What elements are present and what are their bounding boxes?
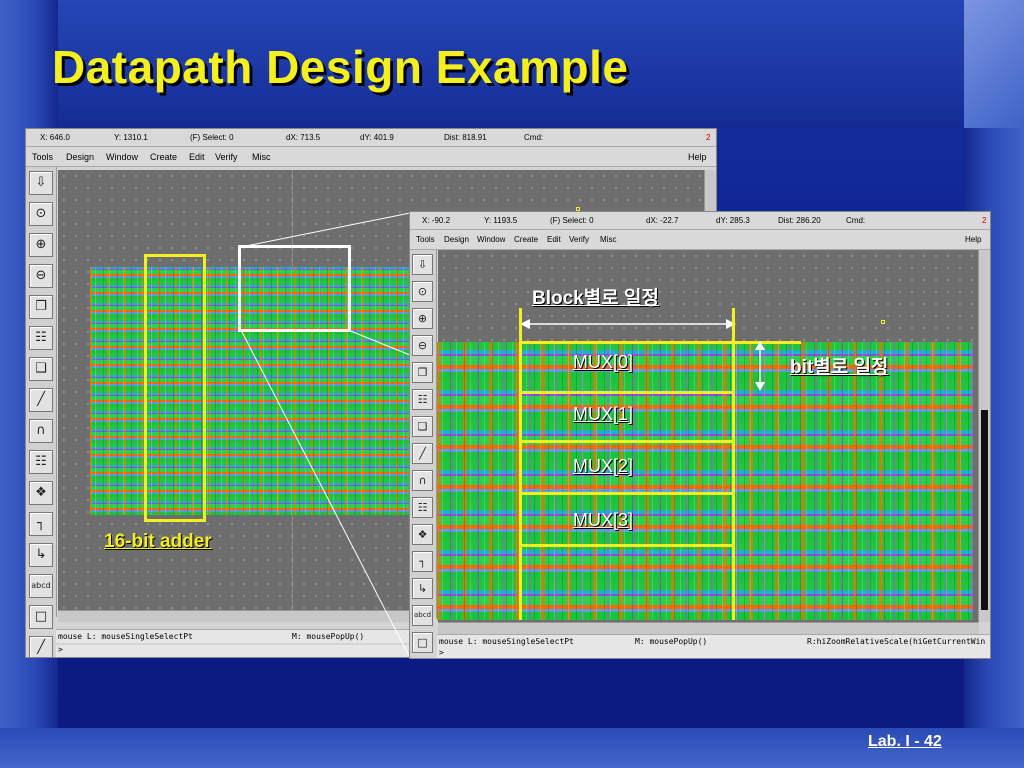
status-left: mouse L: mouseSingleSelectPt bbox=[439, 637, 574, 646]
zoom-out-icon[interactable]: ⊖ bbox=[412, 335, 433, 356]
menu-help[interactable]: Help bbox=[965, 235, 981, 244]
menu-window[interactable]: Window bbox=[477, 235, 505, 244]
scroll-thumb[interactable] bbox=[981, 410, 988, 610]
window-number: 2 bbox=[982, 216, 987, 225]
instance-icon[interactable]: ☷ bbox=[412, 389, 433, 410]
block-label: Block별로 일정 bbox=[532, 288, 659, 309]
horizontal-scrollbar-zoom[interactable] bbox=[438, 622, 979, 634]
mux-3-label: MUX[3] bbox=[573, 510, 634, 530]
bit-height-arrow bbox=[755, 341, 765, 391]
block-right-edge bbox=[732, 308, 735, 620]
menu-edit[interactable]: Edit bbox=[547, 235, 561, 244]
path-icon[interactable]: ┐ bbox=[412, 551, 433, 572]
bit-label: bit별로 일정 bbox=[790, 357, 889, 378]
save-icon[interactable]: ⇩ bbox=[412, 254, 433, 275]
zoom-fit-icon[interactable]: ⊙ bbox=[412, 281, 433, 302]
array-icon[interactable]: ❖ bbox=[412, 524, 433, 545]
stretch-icon[interactable]: ❑ bbox=[412, 416, 433, 437]
block-left-edge bbox=[519, 308, 522, 620]
label-icon[interactable]: abcd bbox=[412, 605, 433, 626]
menu-create[interactable]: Create bbox=[514, 235, 538, 244]
bit-row-line-3 bbox=[519, 492, 735, 495]
menu-misc[interactable]: Misc bbox=[600, 235, 616, 244]
menu-verify[interactable]: Verify bbox=[569, 235, 589, 244]
vertical-scrollbar-zoom[interactable] bbox=[978, 250, 990, 622]
mux-0-label: MUX[0] bbox=[573, 352, 634, 372]
pins-icon[interactable]: ☷ bbox=[412, 497, 433, 518]
distance: Dist: 286.20 bbox=[778, 216, 821, 225]
coord-dx: dX: -22.7 bbox=[646, 216, 679, 225]
block-width-arrow bbox=[520, 319, 736, 329]
bit-row-line-1 bbox=[519, 391, 735, 394]
move-icon[interactable]: ↳ bbox=[412, 578, 433, 599]
mux-1-label: MUX[1] bbox=[573, 404, 634, 424]
bit-row-line-4 bbox=[519, 544, 735, 547]
menu-design[interactable]: Design bbox=[444, 235, 469, 244]
coord-y: Y: 1193.5 bbox=[484, 216, 518, 225]
page-number: Lab. I - 42 bbox=[868, 733, 942, 750]
datapath-layout-zoom bbox=[437, 342, 973, 620]
zoom-in-icon[interactable]: ⊕ bbox=[412, 308, 433, 329]
coord-x: X: -90.2 bbox=[422, 216, 451, 225]
select-count: (F) Select: 0 bbox=[550, 216, 594, 225]
cmd-field: Cmd: bbox=[846, 216, 866, 225]
mux-2-label: MUX[2] bbox=[573, 456, 634, 476]
bit-row-line-2 bbox=[519, 440, 735, 443]
status-right: R:hiZoomRelativeScale(hiGetCurrentWin bbox=[807, 637, 986, 646]
delete-icon[interactable]: □ bbox=[412, 632, 433, 653]
command-prompt-zoom[interactable]: > bbox=[437, 648, 990, 658]
status-middle: M: mousePopUp() bbox=[635, 637, 708, 646]
copy-icon[interactable]: ❐ bbox=[412, 362, 433, 383]
origin-marker-zoom bbox=[881, 320, 885, 324]
coordinate-bar-zoom: X: -90.2 Y: 1193.5 (F) Select: 0 dX: -22… bbox=[410, 212, 990, 230]
arc-icon[interactable]: ∩ bbox=[412, 470, 433, 491]
tool-palette-zoom: ⇩ ⊙ ⊕ ⊖ ❐ ☷ ❑ ╱ ∩ ☷ ❖ ┐ ↳ abcd □ bbox=[410, 250, 437, 653]
menu-bar-zoom: Tools Design Window Create Edit Verify M… bbox=[410, 230, 990, 250]
coord-dy: dY: 285.3 bbox=[716, 216, 750, 225]
mouse-status-bar-zoom: mouse L: mouseSingleSelectPt M: mousePop… bbox=[437, 634, 990, 648]
ruler-icon[interactable]: ╱ bbox=[412, 443, 433, 464]
menu-tools[interactable]: Tools bbox=[416, 235, 435, 244]
